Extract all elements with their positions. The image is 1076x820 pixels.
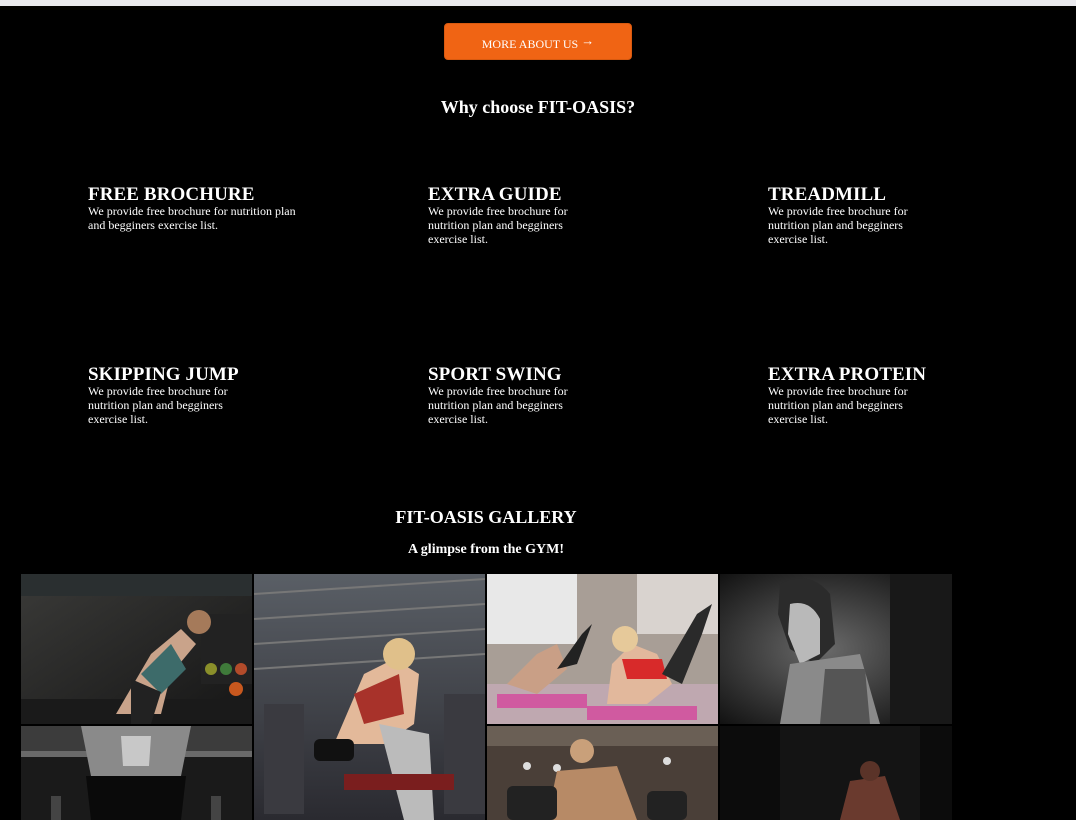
feature-desc-line: nutrition plan and begginers <box>768 218 903 232</box>
feature-title: SKIPPING JUMP <box>88 364 239 385</box>
feature-desc-line: We provide free brochure for nutrition p… <box>88 204 296 218</box>
feature-sport-swing: SPORT SWING We provide free brochure for… <box>428 364 648 426</box>
gallery-photo-group-workout <box>487 574 718 724</box>
feature-skipping-jump: SKIPPING JUMP We provide free brochure f… <box>88 364 308 426</box>
feature-desc-line: nutrition plan and begginers <box>88 398 223 412</box>
feature-desc-line: exercise list. <box>428 412 488 426</box>
gallery-photo-dumbbell-row <box>254 574 485 820</box>
feature-desc-line: We provide free brochure for <box>88 384 228 398</box>
feature-desc-line: We provide free brochure for <box>768 384 908 398</box>
feature-desc-line: exercise list. <box>768 232 828 246</box>
more-about-us-label: MORE ABOUT US <box>481 37 579 51</box>
feature-title: EXTRA PROTEIN <box>768 364 927 385</box>
feature-desc-line: exercise list. <box>428 232 488 246</box>
gallery-subtitle: A glimpse from the GYM! <box>407 542 565 557</box>
feature-desc-line: We provide free brochure for <box>428 204 568 218</box>
feature-title: TREADMILL <box>768 184 887 205</box>
why-choose-heading: Why choose FIT-OASIS? <box>440 97 636 117</box>
feature-free-brochure: FREE BROCHURE We provide free brochure f… <box>88 184 318 232</box>
gallery-photo-man-lifting <box>487 726 718 820</box>
feature-desc-line: exercise list. <box>768 412 828 426</box>
gallery-photo-dark-athlete <box>720 726 952 820</box>
gallery-title: FIT-OASIS GALLERY <box>395 507 577 527</box>
feature-desc-line: nutrition plan and begginers <box>768 398 903 412</box>
feature-treadmill: TREADMILL We provide free brochure for n… <box>768 184 988 246</box>
feature-desc-line: nutrition plan and begginers <box>428 218 563 232</box>
feature-desc-line: We provide free brochure for <box>428 384 568 398</box>
feature-desc-line: exercise list. <box>88 412 148 426</box>
gallery-photo-woman-stretch <box>21 574 252 724</box>
arrow-right-icon: → <box>581 32 595 48</box>
feature-title: FREE BROCHURE <box>88 184 255 205</box>
gallery-photo-back-muscles <box>21 726 252 820</box>
feature-desc-line: and begginers exercise list. <box>88 218 218 232</box>
more-about-us-button[interactable]: MORE ABOUT US → <box>444 23 632 60</box>
feature-desc-line: We provide free brochure for <box>768 204 908 218</box>
feature-title: SPORT SWING <box>428 364 562 385</box>
feature-title: EXTRA GUIDE <box>428 184 562 205</box>
feature-extra-guide: EXTRA GUIDE We provide free brochure for… <box>428 184 648 246</box>
browser-top-strip <box>0 0 1076 6</box>
feature-extra-protein: EXTRA PROTEIN We provide free brochure f… <box>768 364 988 426</box>
feature-desc-line: nutrition plan and begginers <box>428 398 563 412</box>
gallery-photo-woman-portrait <box>720 574 952 724</box>
